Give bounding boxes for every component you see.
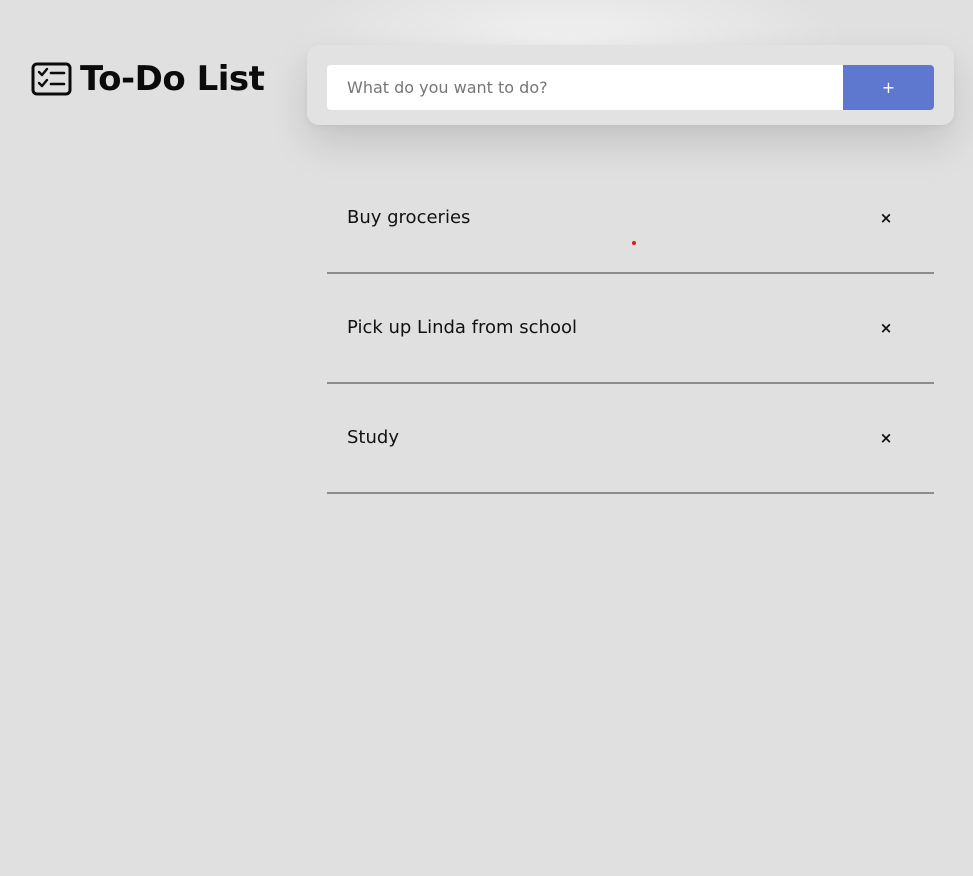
delete-todo-button[interactable]: × bbox=[875, 317, 897, 339]
delete-todo-button[interactable]: × bbox=[875, 207, 897, 229]
page-title: To-Do List bbox=[80, 59, 265, 99]
mouse-cursor-indicator bbox=[632, 241, 636, 245]
todo-item: Study × bbox=[327, 384, 934, 494]
todo-form-panel: + bbox=[307, 45, 954, 125]
todo-input[interactable] bbox=[327, 65, 843, 110]
todo-item: Pick up Linda from school × bbox=[327, 274, 934, 384]
todo-item-text: Buy groceries bbox=[347, 207, 471, 228]
todo-list: Buy groceries × Pick up Linda from schoo… bbox=[327, 164, 934, 494]
checklist-icon bbox=[31, 62, 72, 96]
add-todo-button[interactable]: + bbox=[843, 65, 934, 110]
app-header: To-Do List bbox=[31, 59, 265, 99]
delete-todo-button[interactable]: × bbox=[875, 427, 897, 449]
todo-item-text: Study bbox=[347, 427, 399, 448]
todo-item-text: Pick up Linda from school bbox=[347, 317, 577, 338]
todo-item: Buy groceries × bbox=[327, 164, 934, 274]
todo-form: + bbox=[327, 65, 934, 110]
